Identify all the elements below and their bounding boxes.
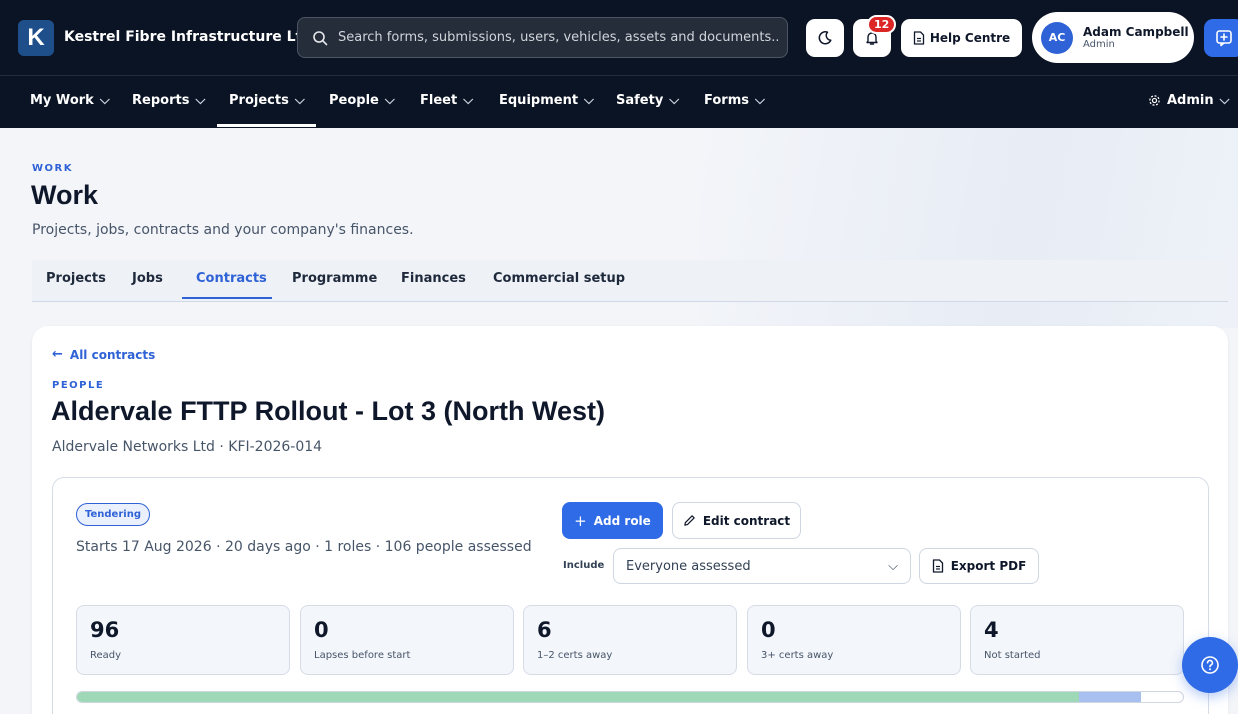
section-tabs: Projects Jobs Contracts Programme Financ… — [32, 260, 1228, 302]
nav-my-work[interactable]: My Work ⌵ — [30, 93, 110, 108]
contract-client-line: Aldervale Networks Ltd · KFI-2026-014 — [52, 439, 323, 455]
user-name: Adam Campbell — [1083, 25, 1189, 39]
nav-admin[interactable]: Admin ⌵ — [1148, 93, 1229, 108]
edit-contract-button[interactable]: Edit contract — [672, 502, 801, 539]
readiness-progress-bar — [76, 691, 1184, 703]
help-centre-label: Help Centre — [929, 31, 1011, 45]
help-centre-button[interactable]: Help Centre — [901, 19, 1022, 57]
contract-meta: Starts 17 Aug 2026 · 20 days ago · 1 rol… — [76, 539, 532, 555]
document-icon — [913, 31, 924, 45]
status-badge: Tendering — [76, 503, 150, 526]
help-fab-button[interactable] — [1182, 637, 1238, 693]
tab-contracts[interactable]: Contracts — [196, 271, 267, 286]
pencil-icon — [684, 515, 695, 526]
help-icon — [1201, 656, 1219, 674]
nav-label: Safety — [616, 93, 664, 108]
stat-value: 6 — [537, 618, 552, 642]
nav-label: Reports — [132, 93, 190, 108]
nav-label: Equipment — [499, 93, 579, 108]
nav-safety[interactable]: Safety ⌵ — [616, 93, 679, 108]
nav-label: My Work — [30, 93, 94, 108]
nav-equipment[interactable]: Equipment ⌵ — [499, 93, 594, 108]
back-to-contracts-link[interactable]: ← All contracts — [52, 347, 155, 362]
chevron-down-icon: ⌵ — [99, 93, 110, 108]
stat-label: 3+ certs away — [761, 650, 834, 661]
stat-not-started[interactable]: 4 Not started — [970, 605, 1184, 675]
nav-people[interactable]: People ⌵ — [329, 93, 395, 108]
search-icon — [313, 30, 328, 45]
stat-3-plus-certs-away[interactable]: 0 3+ certs away — [747, 605, 961, 675]
search-input[interactable] — [338, 30, 778, 45]
theme-toggle-button[interactable] — [806, 19, 844, 57]
tab-jobs[interactable]: Jobs — [132, 271, 163, 286]
add-role-label: Add role — [593, 513, 651, 528]
progress-segment-near — [1078, 692, 1142, 702]
stat-1-2-certs-away[interactable]: 6 1–2 certs away — [523, 605, 737, 675]
chevron-down-icon: ⌵ — [584, 93, 594, 108]
arrow-left-icon: ← — [52, 347, 63, 362]
chevron-down-icon: ⌵ — [294, 93, 305, 108]
page-subtitle: Projects, jobs, contracts and your compa… — [32, 222, 414, 238]
stat-label: 1–2 certs away — [537, 650, 613, 661]
moon-icon — [818, 31, 832, 45]
company-name: Kestrel Fibre Infrastructure Ltd — [64, 29, 313, 45]
add-role-button[interactable]: + Add role — [562, 502, 663, 539]
stat-label: Ready — [90, 650, 122, 661]
export-pdf-label: Export PDF — [950, 559, 1027, 573]
tab-commercial-setup[interactable]: Commercial setup — [493, 271, 625, 286]
notifications-badge: 12 — [867, 15, 897, 34]
tab-programme[interactable]: Programme — [292, 271, 377, 286]
nav-projects[interactable]: Projects ⌵ — [229, 93, 305, 108]
chevron-down-icon: ⌵ — [463, 93, 474, 108]
export-pdf-button[interactable]: Export PDF — [919, 548, 1039, 584]
compose-icon — [1216, 30, 1232, 47]
progress-segment-ready — [77, 692, 1079, 702]
contract-title: Aldervale FTTP Rollout - Lot 3 (North We… — [51, 396, 606, 426]
stat-ready[interactable]: 96 Ready — [76, 605, 290, 675]
chevron-down-icon: ⌵ — [1219, 93, 1230, 108]
avatar: AC — [1041, 21, 1073, 54]
nav-label: Forms — [704, 93, 749, 108]
nav-reports[interactable]: Reports ⌵ — [132, 93, 205, 108]
stat-value: 96 — [90, 618, 120, 642]
page-eyebrow: WORK — [32, 163, 73, 174]
page-title: Work — [31, 180, 99, 210]
top-divider — [0, 75, 1238, 76]
nav-forms[interactable]: Forms ⌵ — [704, 93, 765, 108]
global-search[interactable] — [297, 17, 788, 58]
user-role: Admin — [1083, 39, 1115, 50]
include-select[interactable]: Everyone assessed ⌵ — [613, 548, 911, 584]
include-label: Include — [563, 560, 605, 571]
stat-label: Lapses before start — [314, 650, 411, 661]
gear-icon — [1149, 95, 1160, 106]
user-menu[interactable]: AC Adam Campbell Admin — [1032, 12, 1194, 63]
document-icon — [932, 559, 943, 573]
nav-active-indicator — [217, 124, 316, 127]
chevron-down-icon: ⌵ — [888, 558, 898, 574]
stat-value: 0 — [761, 618, 776, 642]
chevron-down-icon: ⌵ — [669, 93, 680, 108]
stat-value: 4 — [984, 618, 999, 642]
compose-button[interactable] — [1204, 19, 1238, 57]
tab-active-indicator — [182, 297, 272, 299]
stat-value: 0 — [314, 618, 329, 642]
back-link-label: All contracts — [69, 347, 156, 362]
nav-label: Fleet — [420, 93, 458, 108]
plus-icon: + — [574, 511, 587, 530]
section-label: PEOPLE — [52, 380, 105, 391]
nav-fleet[interactable]: Fleet ⌵ — [420, 93, 473, 108]
include-select-value: Everyone assessed — [626, 558, 751, 574]
edit-contract-label: Edit contract — [702, 513, 791, 528]
nav-admin-label: Admin — [1167, 93, 1214, 108]
chevron-down-icon: ⌵ — [754, 93, 765, 108]
company-logo[interactable]: K — [18, 20, 54, 56]
chevron-down-icon: ⌵ — [195, 93, 206, 108]
nav-label: People — [329, 93, 379, 108]
tab-finances[interactable]: Finances — [401, 271, 466, 286]
tab-projects[interactable]: Projects — [46, 271, 106, 286]
stat-label: Not started — [984, 650, 1041, 661]
chevron-down-icon: ⌵ — [384, 93, 395, 108]
nav-label: Projects — [229, 93, 289, 108]
stat-lapses-before-start[interactable]: 0 Lapses before start — [300, 605, 514, 675]
